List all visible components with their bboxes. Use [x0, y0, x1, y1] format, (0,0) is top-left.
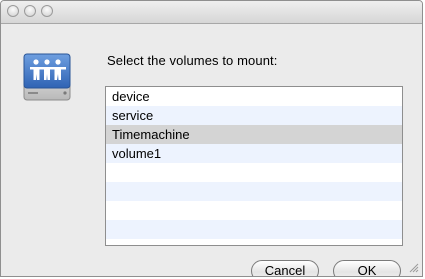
network-server-icon [23, 53, 71, 101]
volume-item-device[interactable]: device [106, 87, 402, 106]
title-bar [1, 1, 422, 24]
volume-list[interactable]: device service Timemachine volume1 [105, 86, 403, 246]
zoom-window-icon[interactable] [41, 5, 53, 17]
empty-row [106, 220, 402, 239]
dialog-content: Select the volumes to mount: device serv… [1, 24, 422, 276]
volume-item-service[interactable]: service [106, 106, 402, 125]
volume-item-volume1[interactable]: volume1 [106, 144, 402, 163]
ok-button[interactable]: OK [333, 260, 401, 276]
close-window-icon[interactable] [7, 5, 19, 17]
empty-row [106, 201, 402, 220]
cancel-button[interactable]: Cancel [251, 260, 319, 276]
volume-item-timemachine[interactable]: Timemachine [106, 125, 402, 144]
empty-row [106, 163, 402, 182]
dialog-prompt: Select the volumes to mount: [107, 53, 278, 68]
resize-grip-icon[interactable] [409, 263, 419, 273]
empty-row [106, 182, 402, 201]
mount-volumes-dialog: Select the volumes to mount: device serv… [0, 0, 423, 277]
minimize-window-icon[interactable] [24, 5, 36, 17]
